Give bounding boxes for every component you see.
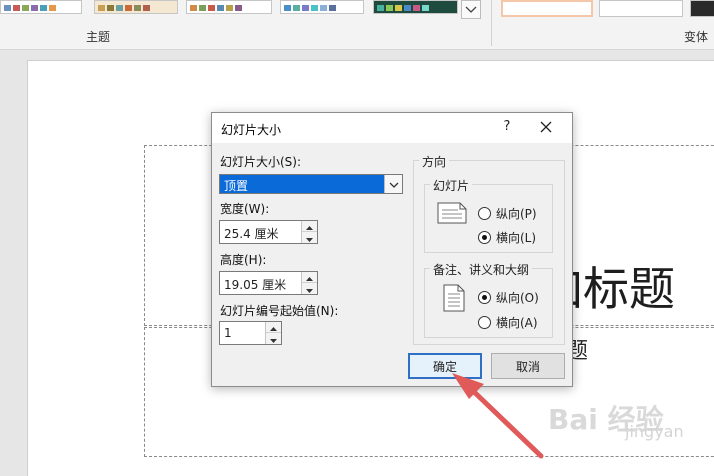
triangle-down-icon (270, 332, 277, 346)
slides-orientation-label: 幻灯片 (430, 177, 473, 194)
slides-portrait-radio[interactable]: 纵向(P) (478, 205, 537, 222)
slides-portrait-label: 纵向(P) (496, 207, 537, 221)
ribbon: 主题 变体 (0, 0, 714, 50)
dropdown-arrow[interactable] (384, 175, 402, 193)
theme-gallery-more-button[interactable] (461, 0, 481, 19)
notes-landscape-radio[interactable]: 横向(A) (478, 314, 538, 331)
slide-size-value: 顶置 (220, 175, 384, 193)
themes-group-label: 主题 (86, 30, 111, 44)
radio-button[interactable] (478, 316, 491, 329)
slide-size-dialog: 幻灯片大小 ? 幻灯片大小(S): 顶置 宽度(W): 25.4 厘米 高度(H… (211, 112, 573, 387)
help-button[interactable]: ? (499, 119, 515, 134)
numbering-stepper[interactable]: 1 (219, 321, 282, 345)
numbering-spin-buttons (265, 322, 281, 344)
ribbon-separator (491, 0, 492, 46)
triangle-down-icon (306, 231, 313, 245)
slide-size-dropdown[interactable]: 顶置 (219, 174, 403, 194)
numbering-value[interactable]: 1 (224, 326, 232, 340)
height-label: 高度(H): (220, 253, 267, 267)
triangle-down-icon (306, 282, 313, 296)
notes-portrait-label: 纵向(O) (496, 291, 539, 305)
variant-thumbnail[interactable] (599, 0, 683, 17)
cancel-button[interactable]: 取消 (491, 353, 565, 379)
width-value[interactable]: 25.4 厘米 (224, 225, 279, 242)
theme-thumbnail[interactable] (373, 0, 458, 14)
notes-portrait-radio[interactable]: 纵向(O) (478, 289, 539, 306)
width-decrement-button[interactable] (302, 232, 317, 243)
landscape-page-icon (437, 202, 467, 227)
slides-landscape-radio[interactable]: 横向(L) (478, 229, 536, 246)
dialog-titlebar: 幻灯片大小 ? (212, 113, 572, 143)
height-decrement-button[interactable] (302, 283, 317, 294)
theme-thumbnail[interactable] (94, 0, 178, 14)
portrait-page-icon (443, 284, 465, 315)
variants-group-label: 变体 (684, 30, 709, 44)
theme-thumbnail[interactable] (0, 0, 82, 14)
ok-button[interactable]: 确定 (408, 353, 482, 379)
notes-landscape-label: 横向(A) (496, 316, 538, 330)
theme-thumbnail[interactable] (280, 0, 364, 14)
radio-button-checked[interactable] (478, 231, 491, 244)
variant-thumbnail[interactable] (690, 0, 714, 17)
slides-landscape-label: 横向(L) (496, 231, 537, 245)
slide-size-label: 幻灯片大小(S): (220, 155, 302, 169)
dialog-title: 幻灯片大小 (221, 123, 282, 137)
orientation-label: 方向 (419, 153, 450, 170)
height-spin-buttons (301, 272, 317, 294)
variant-thumbnail-selected[interactable] (501, 0, 593, 17)
close-button[interactable] (537, 119, 555, 137)
radio-button[interactable] (478, 207, 491, 220)
width-spin-buttons (301, 221, 317, 243)
height-stepper[interactable]: 19.05 厘米 (219, 271, 318, 295)
height-value[interactable]: 19.05 厘米 (224, 276, 286, 293)
theme-thumbnail[interactable] (186, 0, 272, 14)
close-icon (540, 121, 552, 136)
notes-orientation-label: 备注、讲义和大纲 (430, 261, 533, 278)
chevron-down-icon (389, 177, 399, 191)
numbering-label: 幻灯片编号起始值(N): (220, 304, 339, 318)
chevron-down-icon (465, 6, 477, 14)
width-label: 宽度(W): (220, 202, 270, 216)
numbering-decrement-button[interactable] (266, 333, 281, 344)
width-stepper[interactable]: 25.4 厘米 (219, 220, 318, 244)
radio-button-checked[interactable] (478, 291, 491, 304)
watermark-subtext: jingyan (625, 422, 684, 441)
